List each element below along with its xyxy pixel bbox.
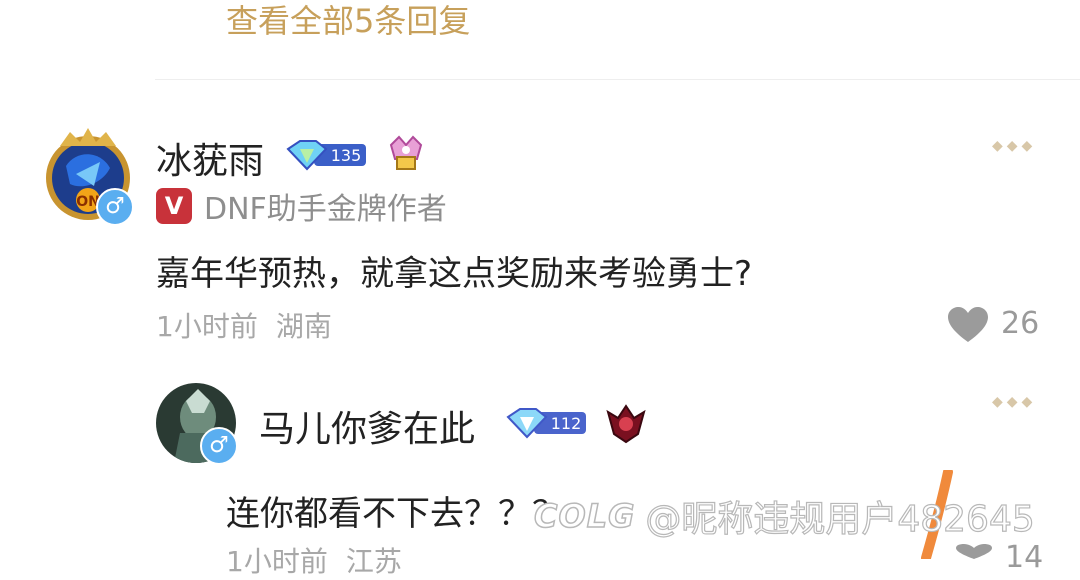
diamond-level-icon: 112	[506, 408, 586, 439]
gender-male-icon: ♂	[96, 188, 134, 226]
like-button[interactable]	[946, 306, 990, 348]
heart-icon	[948, 307, 988, 342]
author-title-label: DNF助手金牌作者	[204, 192, 447, 227]
level-number: 112	[551, 414, 582, 433]
view-all-replies-link[interactable]: 查看全部5条回复	[226, 0, 470, 42]
diamond-level-icon: 135	[286, 140, 366, 171]
watermark: COLG @昵称违规用户482645	[533, 490, 1036, 542]
divider	[155, 79, 1080, 80]
like-count: 26	[1001, 306, 1040, 341]
reply-time: 1小时前	[226, 545, 328, 578]
like-button[interactable]	[954, 544, 994, 563]
watermark-logo: COLG	[533, 496, 636, 536]
more-options-icon[interactable]: ◆◆◆	[992, 138, 1036, 154]
level-number: 135	[331, 146, 362, 165]
author-title: V DNF助手金牌作者	[156, 186, 447, 227]
comment-username[interactable]: 冰莸雨	[156, 132, 264, 184]
comment-time: 1小时前	[156, 310, 258, 343]
rank-emblem-icon	[604, 402, 648, 448]
medal-icon	[385, 133, 427, 179]
comment-meta: 1小时前 湖南	[156, 305, 332, 345]
reply-text[interactable]: 连你都看不下去？？？	[226, 486, 566, 535]
reply-location: 江苏	[345, 545, 402, 578]
more-options-icon[interactable]: ◆◆◆	[992, 394, 1036, 410]
reply-username[interactable]: 马儿你爹在此	[259, 400, 475, 452]
watermark-text: @昵称违规用户482645	[645, 498, 1036, 540]
like-count: 14	[1005, 540, 1044, 575]
level-badge: 112	[506, 405, 590, 445]
avatar[interactable]: ON ♂	[42, 126, 134, 226]
heart-icon	[956, 544, 992, 559]
reply-avatar[interactable]: ♂	[156, 383, 238, 465]
title-badge-icon: V	[156, 188, 192, 224]
comment-text[interactable]: 嘉年华预热，就拿这点奖励来考验勇士?	[156, 246, 752, 295]
level-badge: 135	[286, 137, 370, 177]
reply-meta: 1小时前 江苏	[226, 540, 402, 580]
gender-male-icon: ♂	[200, 427, 238, 465]
comment-location: 湖南	[275, 310, 332, 343]
